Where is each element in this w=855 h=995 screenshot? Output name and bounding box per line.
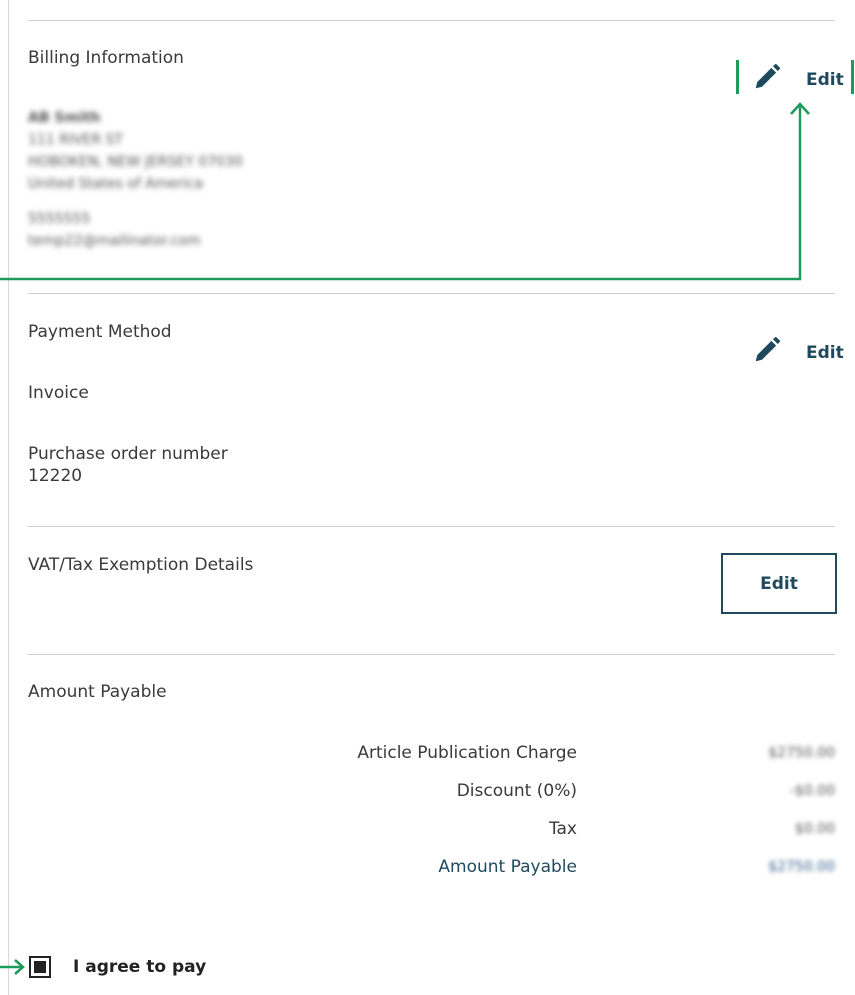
address-line: 111 RIVER ST bbox=[28, 132, 124, 148]
tax-value: $0.00 bbox=[794, 821, 835, 837]
billing-edit-label: Edit bbox=[806, 69, 844, 90]
payment-title: Payment Method bbox=[28, 322, 172, 342]
left-border bbox=[8, 0, 9, 995]
tax-label: Tax bbox=[548, 819, 577, 839]
payment-edit-label: Edit bbox=[806, 342, 844, 363]
discount-label: Discount (0%) bbox=[456, 781, 577, 801]
po-label: Purchase order number bbox=[28, 444, 228, 464]
total-label: Amount Payable bbox=[438, 857, 577, 877]
divider bbox=[28, 20, 835, 21]
vat-title: VAT/Tax Exemption Details bbox=[28, 555, 254, 575]
divider bbox=[28, 293, 835, 294]
pencil-icon bbox=[752, 335, 782, 370]
billing-address: AB Smith 111 RIVER ST HOBOKEN, NEW JERSE… bbox=[28, 107, 243, 195]
billing-edit-button[interactable]: Edit bbox=[752, 62, 844, 97]
divider bbox=[28, 526, 835, 527]
amount-title: Amount Payable bbox=[28, 682, 167, 702]
billing-title: Billing Information bbox=[28, 48, 184, 68]
pencil-icon bbox=[752, 62, 782, 97]
charge-value: $2750.00 bbox=[768, 745, 835, 761]
vat-edit-button[interactable]: Edit bbox=[721, 553, 837, 614]
agree-checkbox[interactable] bbox=[29, 956, 51, 978]
email-address: temp22@mailinator.com bbox=[28, 233, 201, 249]
billing-contact: 5555555 temp22@mailinator.com bbox=[28, 208, 201, 252]
po-value: 12220 bbox=[28, 466, 83, 486]
charge-label: Article Publication Charge bbox=[357, 743, 577, 763]
address-line: AB Smith bbox=[28, 110, 101, 126]
phone-number: 5555555 bbox=[28, 211, 91, 227]
address-line: United States of America bbox=[28, 176, 203, 192]
checkbox-checked-mark bbox=[34, 961, 46, 973]
payment-method-value: Invoice bbox=[28, 383, 89, 403]
discount-value: -$0.00 bbox=[789, 783, 835, 799]
divider bbox=[28, 654, 835, 655]
payment-edit-button[interactable]: Edit bbox=[752, 335, 844, 370]
address-line: HOBOKEN, NEW JERSEY 07030 bbox=[28, 154, 243, 170]
total-value: $2750.00 bbox=[768, 859, 835, 875]
agree-label: I agree to pay bbox=[73, 957, 207, 977]
